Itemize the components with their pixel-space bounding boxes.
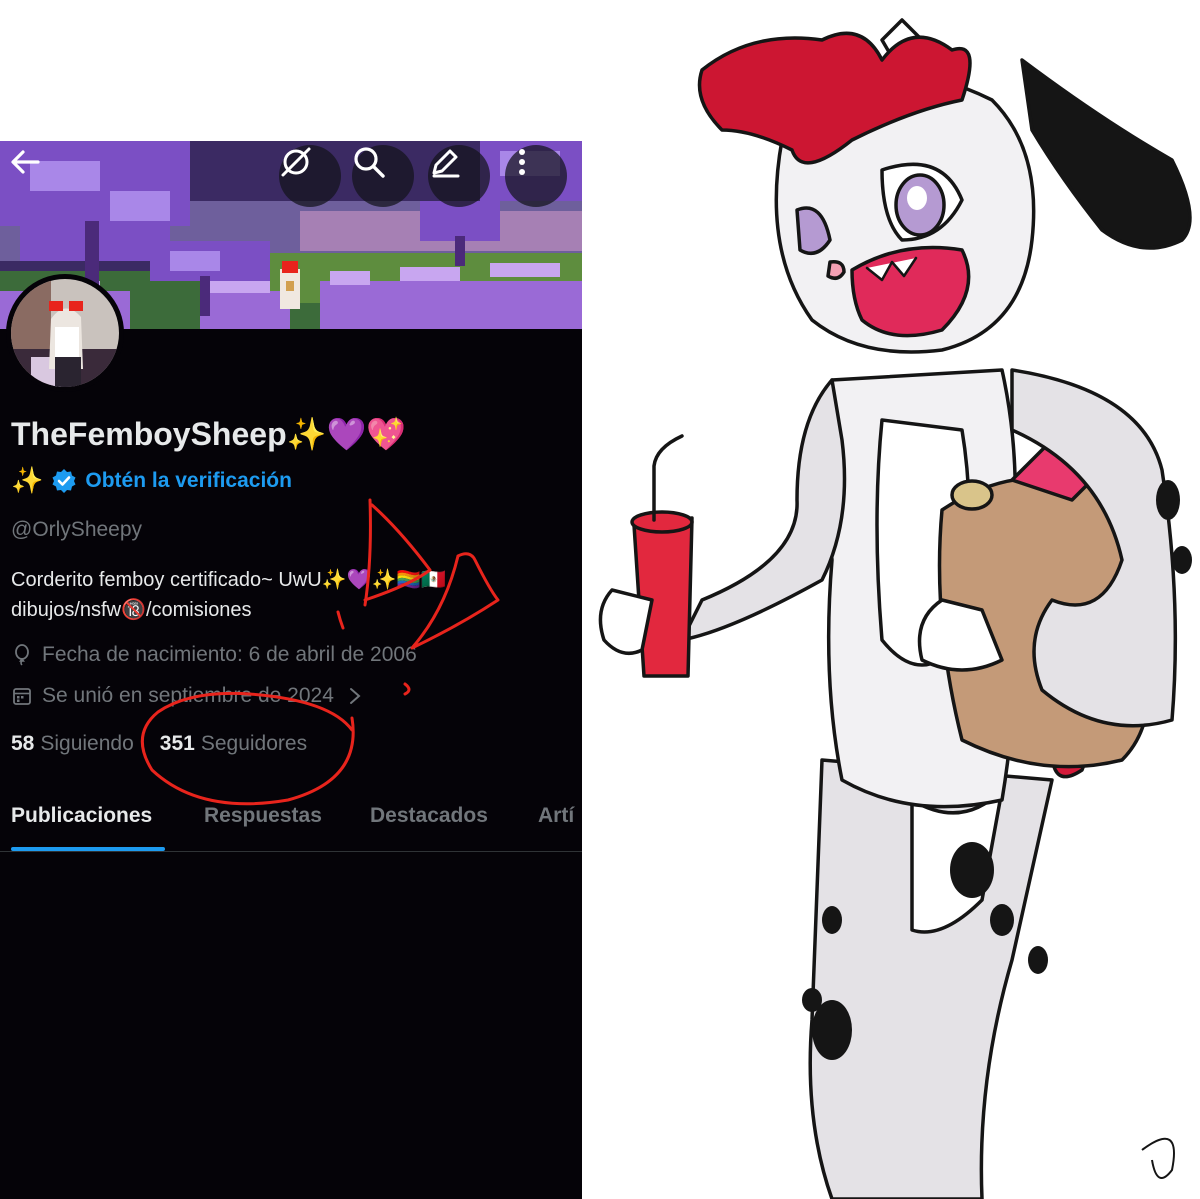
- verified-badge-icon: [52, 468, 76, 493]
- followers-label: Seguidores: [200, 732, 308, 755]
- back-button[interactable]: [10, 149, 62, 201]
- search-button[interactable]: [352, 145, 414, 207]
- tab-articles[interactable]: Artí: [538, 804, 574, 828]
- character-illustration: [598, 18, 1192, 1199]
- follow-stats: 58 Siguiendo 351 Seguidores: [11, 732, 307, 756]
- verification-row: ✨ Obtén la verificación: [11, 465, 292, 496]
- chevron-right-icon[interactable]: [347, 686, 363, 706]
- following-label: Siguiendo: [40, 732, 134, 755]
- grok-button[interactable]: [279, 145, 341, 207]
- get-verified-link[interactable]: Obtén la verificación: [85, 469, 292, 493]
- handle: @OrlySheepy: [11, 518, 143, 541]
- bio-line: dibujos/nsfw🔞/comisiones: [11, 599, 252, 621]
- edit-pencil-icon: [432, 149, 460, 178]
- active-tab-indicator: [11, 847, 165, 851]
- following-count: 58: [11, 732, 35, 755]
- birth-date-row: Fecha de nacimiento: 6 de abril de 2006: [11, 643, 417, 667]
- display-name: TheFemboySheep✨💜💖: [11, 416, 407, 452]
- birth-date-text: Fecha de nacimiento: 6 de abril de 2006: [42, 643, 417, 666]
- more-button[interactable]: [505, 145, 567, 207]
- tab-replies[interactable]: Respuestas: [204, 804, 322, 828]
- join-date-text: Se unió en septiembre de 2024: [42, 684, 334, 707]
- tab-highlights[interactable]: Destacados: [370, 804, 488, 828]
- avatar[interactable]: [6, 274, 124, 392]
- calendar-icon: [13, 688, 31, 705]
- profile-tabs: Publicaciones Respuestas Destacados Artí: [0, 796, 582, 852]
- following-link[interactable]: 58 Siguiendo: [11, 732, 134, 756]
- grok-slash-icon: [281, 147, 311, 177]
- tab-posts[interactable]: Publicaciones: [11, 804, 152, 828]
- bio: Corderito femboy certificado~ UwU✨💜✨🏳️‍🌈…: [11, 565, 571, 625]
- balloon-icon: [15, 644, 29, 666]
- back-arrow-icon: [11, 150, 40, 174]
- more-vertical-icon: [519, 149, 525, 175]
- profile-screenshot: TheFemboySheep✨💜💖 ✨ Obtén la verificació…: [0, 141, 582, 1199]
- search-icon: [354, 147, 385, 178]
- followers-link[interactable]: 351 Seguidores: [160, 732, 307, 756]
- sparkle-icon: ✨: [11, 465, 44, 495]
- join-date-row: Se unió en septiembre de 2024: [11, 684, 363, 708]
- edit-button[interactable]: [428, 145, 490, 207]
- bio-line: Corderito femboy certificado~ UwU✨💜✨🏳️‍🌈…: [11, 569, 447, 591]
- followers-count: 351: [159, 732, 195, 755]
